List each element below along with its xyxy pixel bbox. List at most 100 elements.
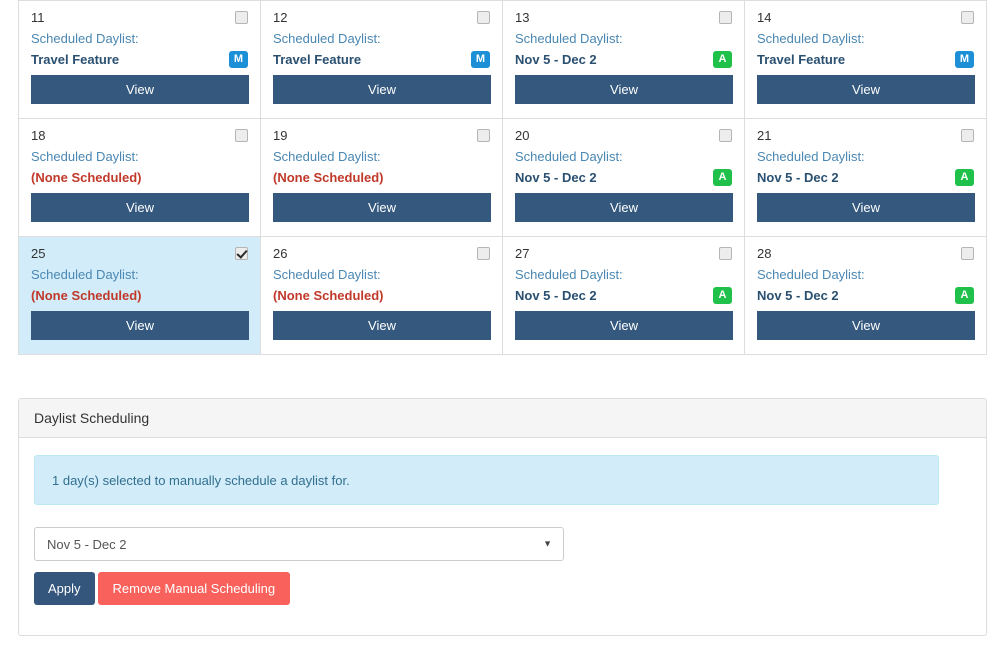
scheduled-daylist-row: (None Scheduled) <box>31 167 248 187</box>
day-select-checkbox[interactable] <box>477 247 490 260</box>
scheduled-daylist-value: (None Scheduled) <box>273 287 384 303</box>
view-button[interactable]: View <box>515 75 733 104</box>
scheduled-daylist-label: Scheduled Daylist: <box>31 149 139 164</box>
panel-header: Daylist Scheduling <box>19 399 986 438</box>
calendar-day-cell[interactable]: 13 Scheduled Daylist: Nov 5 - Dec 2 A View <box>503 1 745 119</box>
scheduled-daylist-row: Nov 5 - Dec 2 A <box>515 49 732 69</box>
scheduled-daylist-label: Scheduled Daylist: <box>31 267 139 282</box>
calendar-day-cell[interactable]: 19 Scheduled Daylist: (None Scheduled) View <box>261 119 503 237</box>
calendar-day-cell[interactable]: 25 Scheduled Daylist: (None Scheduled) View <box>19 237 261 355</box>
day-select-checkbox[interactable] <box>961 247 974 260</box>
view-button[interactable]: View <box>31 193 249 222</box>
daylist-select[interactable]: Nov 5 - Dec 2 ▼ <box>34 527 564 561</box>
view-button[interactable]: View <box>515 193 733 222</box>
calendar-row: 25 Scheduled Daylist: (None Scheduled) View… <box>19 237 987 355</box>
scheduled-daylist-row: Travel Feature M <box>273 49 490 69</box>
scheduled-daylist-label: Scheduled Daylist: <box>757 149 865 164</box>
calendar-day-cell[interactable]: 14 Scheduled Daylist: Travel Feature M View <box>745 1 987 119</box>
scheduled-daylist-row: (None Scheduled) <box>273 167 490 187</box>
day-number: 18 <box>31 128 46 143</box>
scheduled-daylist-label: Scheduled Daylist: <box>273 31 381 46</box>
day-cell-header: 12 <box>273 10 490 28</box>
day-number: 13 <box>515 10 530 25</box>
calendar-day-cell[interactable]: 21 Scheduled Daylist: Nov 5 - Dec 2 A View <box>745 119 987 237</box>
calendar-day-cell[interactable]: 12 Scheduled Daylist: Travel Feature M View <box>261 1 503 119</box>
day-number: 12 <box>273 10 288 25</box>
calendar-day-cell[interactable]: 11 Scheduled Daylist: Travel Feature M View <box>19 1 261 119</box>
day-select-checkbox[interactable] <box>719 11 732 24</box>
scheduled-daylist-value: (None Scheduled) <box>31 169 142 185</box>
view-button[interactable]: View <box>273 193 491 222</box>
scheduled-daylist-label: Scheduled Daylist: <box>515 149 623 164</box>
scheduled-daylist-label: Scheduled Daylist: <box>273 267 381 282</box>
calendar-day-cell[interactable]: 18 Scheduled Daylist: (None Scheduled) View <box>19 119 261 237</box>
scheduled-daylist-label: Scheduled Daylist: <box>757 267 865 282</box>
auto-schedule-badge: A <box>955 286 974 304</box>
day-number: 21 <box>757 128 772 143</box>
view-button[interactable]: View <box>757 193 975 222</box>
day-cell-header: 21 <box>757 128 974 146</box>
day-cell-header: 26 <box>273 246 490 264</box>
daylist-scheduling-panel: Daylist Scheduling 1 day(s) selected to … <box>18 398 987 636</box>
calendar-day-cell[interactable]: 26 Scheduled Daylist: (None Scheduled) View <box>261 237 503 355</box>
day-select-checkbox[interactable] <box>719 129 732 142</box>
panel-title: Daylist Scheduling <box>34 410 150 426</box>
day-select-checkbox[interactable] <box>719 247 732 260</box>
selection-info-text: 1 day(s) selected to manually schedule a… <box>52 472 350 488</box>
manual-schedule-badge: M <box>471 50 490 68</box>
calendar-day-cell[interactable]: 27 Scheduled Daylist: Nov 5 - Dec 2 A View <box>503 237 745 355</box>
scheduled-daylist-value: Nov 5 - Dec 2 <box>515 287 597 303</box>
auto-schedule-badge: A <box>955 168 974 186</box>
daylist-select-value: Nov 5 - Dec 2 <box>47 536 127 552</box>
calendar-day-cell[interactable]: 28 Scheduled Daylist: Nov 5 - Dec 2 A View <box>745 237 987 355</box>
view-button[interactable]: View <box>31 75 249 104</box>
day-select-checkbox[interactable] <box>961 11 974 24</box>
scheduled-daylist-row: Nov 5 - Dec 2 A <box>757 285 974 305</box>
day-cell-header: 18 <box>31 128 248 146</box>
scheduled-daylist-label: Scheduled Daylist: <box>757 31 865 46</box>
calendar-day-cell[interactable]: 20 Scheduled Daylist: Nov 5 - Dec 2 A View <box>503 119 745 237</box>
day-select-checkbox[interactable] <box>961 129 974 142</box>
day-select-checkbox[interactable] <box>477 11 490 24</box>
scheduled-daylist-row: (None Scheduled) <box>273 285 490 305</box>
day-cell-header: 11 <box>31 10 248 28</box>
scheduled-daylist-row: Nov 5 - Dec 2 A <box>515 167 732 187</box>
view-button[interactable]: View <box>273 311 491 340</box>
day-number: 26 <box>273 246 288 261</box>
day-select-checkbox[interactable] <box>235 11 248 24</box>
day-select-checkbox[interactable] <box>235 247 248 260</box>
remove-manual-scheduling-button[interactable]: Remove Manual Scheduling <box>97 572 291 605</box>
day-number: 19 <box>273 128 288 143</box>
scheduled-daylist-value: (None Scheduled) <box>273 169 384 185</box>
selection-info-alert: 1 day(s) selected to manually schedule a… <box>34 455 939 505</box>
day-cell-header: 13 <box>515 10 732 28</box>
day-select-checkbox[interactable] <box>477 129 490 142</box>
day-cell-header: 25 <box>31 246 248 264</box>
scheduled-daylist-label: Scheduled Daylist: <box>515 267 623 282</box>
view-button[interactable]: View <box>31 311 249 340</box>
scheduled-daylist-value: Travel Feature <box>757 51 846 67</box>
day-cell-header: 14 <box>757 10 974 28</box>
view-button[interactable]: View <box>757 75 975 104</box>
view-button[interactable]: View <box>515 311 733 340</box>
panel-button-row: Apply Remove Manual Scheduling <box>34 572 971 605</box>
view-button[interactable]: View <box>273 75 491 104</box>
scheduled-daylist-label: Scheduled Daylist: <box>31 31 139 46</box>
scheduled-daylist-value: Travel Feature <box>31 51 120 67</box>
scheduled-daylist-value: Nov 5 - Dec 2 <box>515 51 597 67</box>
day-number: 27 <box>515 246 530 261</box>
scheduled-daylist-row: Travel Feature M <box>757 49 974 69</box>
apply-button[interactable]: Apply <box>34 572 95 605</box>
panel-body: 1 day(s) selected to manually schedule a… <box>19 438 986 605</box>
auto-schedule-badge: A <box>713 286 732 304</box>
scheduled-daylist-label: Scheduled Daylist: <box>273 149 381 164</box>
scheduled-daylist-row: Nov 5 - Dec 2 A <box>757 167 974 187</box>
scheduled-daylist-value: Nov 5 - Dec 2 <box>515 169 597 185</box>
day-cell-header: 19 <box>273 128 490 146</box>
auto-schedule-badge: A <box>713 50 732 68</box>
day-select-checkbox[interactable] <box>235 129 248 142</box>
auto-schedule-badge: A <box>713 168 732 186</box>
view-button[interactable]: View <box>757 311 975 340</box>
scheduled-daylist-value: Travel Feature <box>273 51 362 67</box>
scheduled-daylist-label: Scheduled Daylist: <box>515 31 623 46</box>
